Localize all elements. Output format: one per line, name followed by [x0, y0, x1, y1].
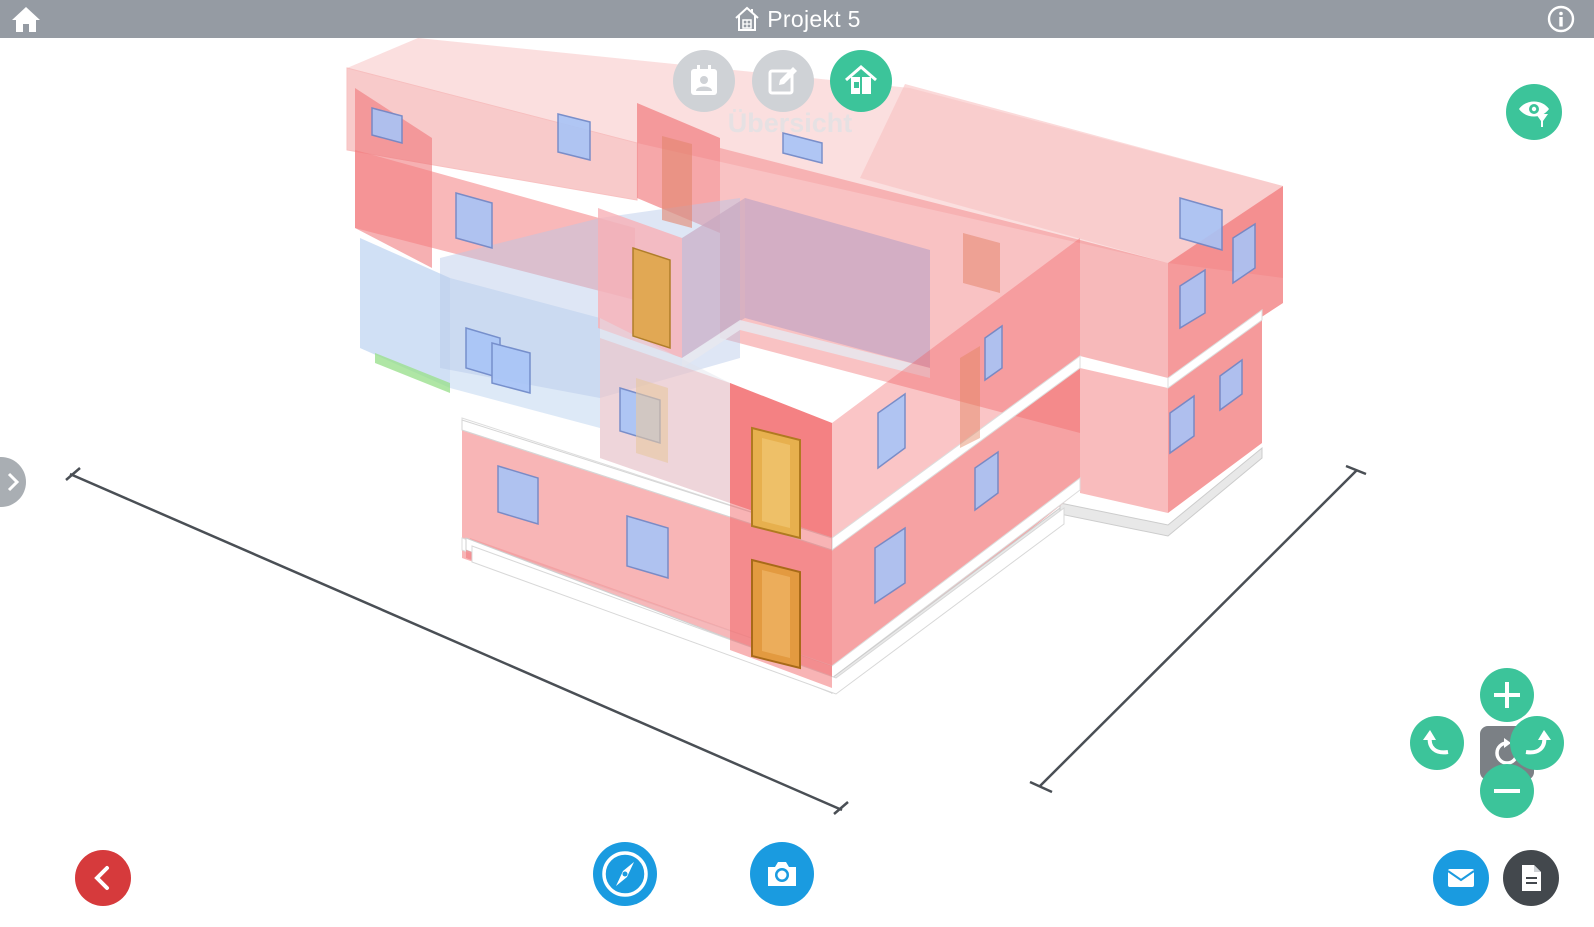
- contact-card-icon: [691, 65, 717, 95]
- home-button[interactable]: [10, 4, 42, 34]
- home-icon: [12, 7, 40, 32]
- overview-mode-button[interactable]: [830, 50, 892, 112]
- edit-icon: [768, 67, 797, 95]
- edit-mode-button[interactable]: [752, 50, 814, 112]
- title-area: Projekt 5: [0, 0, 1594, 38]
- active-mode-label: Übersicht: [727, 108, 853, 138]
- info-icon: [1547, 5, 1575, 33]
- rotate-right-icon: [1525, 730, 1551, 755]
- camera-button[interactable]: [750, 842, 814, 906]
- compass-icon: [602, 851, 648, 897]
- rotate-left-button[interactable]: [1410, 716, 1464, 770]
- rotate-left-icon: [1423, 730, 1449, 755]
- document-button[interactable]: [1503, 850, 1559, 906]
- top-bar: Projekt 5: [0, 0, 1594, 38]
- view-filter-button[interactable]: [1506, 84, 1562, 140]
- mail-icon: [1447, 869, 1475, 887]
- house-overview-icon: [845, 65, 877, 94]
- compass-button[interactable]: [593, 842, 657, 906]
- camera-icon: [768, 862, 796, 886]
- minus-icon: [1494, 789, 1520, 793]
- eye-filter-icon: [1519, 101, 1549, 127]
- building-3d-view[interactable]: [0, 38, 1594, 927]
- document-icon: [1522, 865, 1541, 891]
- contact-mode-button[interactable]: [673, 50, 735, 112]
- mail-button[interactable]: [1433, 850, 1489, 906]
- page-title: Projekt 5: [767, 5, 861, 32]
- zoom-out-button[interactable]: [1480, 764, 1534, 818]
- plus-icon: [1494, 682, 1520, 708]
- rotate-right-button[interactable]: [1510, 716, 1564, 770]
- navigation-pad: [1410, 668, 1582, 828]
- project-house-icon: [735, 6, 759, 31]
- back-button[interactable]: [75, 850, 131, 906]
- zoom-in-button[interactable]: [1480, 668, 1534, 722]
- chevron-right-icon: [7, 472, 20, 492]
- info-button[interactable]: [1547, 5, 1575, 33]
- chevron-left-icon: [94, 866, 109, 890]
